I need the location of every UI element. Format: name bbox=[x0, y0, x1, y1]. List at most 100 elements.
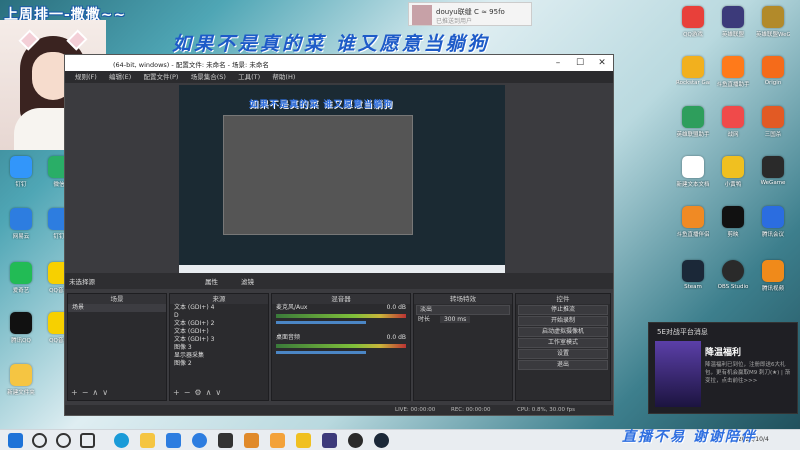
sources-dock: 来源 文本 (GDI+) 4 D 文本 (GDI+) 2 文本 (GDI+) 文… bbox=[169, 293, 269, 401]
desktop-icon-obs[interactable]: OBS Studio bbox=[716, 260, 750, 290]
source-item[interactable]: 图像 2 bbox=[170, 360, 268, 368]
desktop-icon-tencent-video[interactable]: 腾讯视频 bbox=[756, 260, 790, 292]
source-item[interactable]: 文本 (GDI+) 2 bbox=[170, 320, 268, 328]
start-recording-button[interactable]: 开始录制 bbox=[518, 316, 608, 326]
exit-button[interactable]: 退出 bbox=[518, 360, 608, 370]
mail-icon[interactable] bbox=[166, 433, 181, 448]
obs-titlebar[interactable]: (64-bit, windows) - 配置文件: 未命名 - 场景: 未命名 bbox=[65, 55, 613, 71]
cortana-icon[interactable] bbox=[56, 433, 71, 448]
start-icon[interactable] bbox=[8, 433, 23, 448]
window-title: (64-bit, windows) - 配置文件: 未命名 - 场景: 未命名 bbox=[113, 61, 269, 69]
menu-tools[interactable]: 工具(T) bbox=[238, 71, 260, 83]
desktop-icon-qq[interactable]: 腾讯QQ bbox=[4, 312, 38, 344]
scenes-dock: 场景 场景 +−∧∨ bbox=[67, 293, 167, 401]
sources-header: 来源 bbox=[170, 294, 268, 304]
volume-slider[interactable] bbox=[276, 321, 366, 324]
transition-select[interactable]: 淡出 bbox=[416, 305, 510, 315]
store-icon[interactable] bbox=[218, 433, 233, 448]
transitions-dock: 转场特效 淡出 时长 300 ms bbox=[413, 293, 513, 401]
douyu-icon[interactable] bbox=[296, 433, 311, 448]
game-icon[interactable] bbox=[270, 433, 285, 448]
duration-input[interactable]: 300 ms bbox=[439, 316, 471, 323]
source-item[interactable]: 显示器采集 bbox=[170, 352, 268, 360]
mixer-channel-label: 麦克风/Aux 0.0 dB bbox=[276, 304, 406, 311]
file-explorer-icon[interactable] bbox=[140, 433, 155, 448]
source-item[interactable]: 文本 (GDI+) 3 bbox=[170, 336, 268, 344]
menu-help[interactable]: 帮助(H) bbox=[272, 71, 295, 83]
desktop-icon-tencent-meeting[interactable]: 腾讯会议 bbox=[756, 206, 790, 238]
source-toolbar: 未选择源 属性 滤镜 bbox=[65, 273, 613, 289]
desktop-icon-wegame[interactable]: WeGame bbox=[756, 156, 790, 186]
desktop-icon-qqgame[interactable]: QQ游戏 bbox=[676, 6, 710, 38]
audio-meter bbox=[276, 314, 406, 318]
toast-notification[interactable]: douyu联缝 C ≈ 95fo 已推送到用户 bbox=[408, 2, 532, 26]
obs-taskbar-icon[interactable] bbox=[348, 433, 363, 448]
close-button[interactable]: ✕ bbox=[591, 55, 613, 71]
preview-nested-screen bbox=[223, 115, 413, 235]
controls-header: 控件 bbox=[516, 294, 610, 304]
desktop-icon-lol-helper[interactable]: 英雄联盟助手 bbox=[676, 106, 710, 138]
clock-app-icon[interactable] bbox=[192, 433, 207, 448]
mixer-dock: 混音器 麦克风/Aux 0.0 dB 桌面音频 0.0 dB bbox=[271, 293, 411, 401]
obs-preview[interactable]: 如果不是真的菜 谁又愿意当躺狗 bbox=[179, 85, 505, 273]
virtual-camera-button[interactable]: 启动虚拟摄像机 bbox=[518, 327, 608, 337]
notification-header: 5E对战平台消息 bbox=[657, 328, 708, 336]
photos-icon[interactable] bbox=[244, 433, 259, 448]
stop-streaming-button[interactable]: 停止推流 bbox=[518, 305, 608, 315]
desktop-icon-dingding[interactable]: 钉钉 bbox=[4, 156, 38, 188]
desktop-icon-capcut[interactable]: 剪映 bbox=[716, 206, 750, 238]
obs-statusbar: LIVE: 00:00:00 REC: 00:00:00 CPU: 0.8%, … bbox=[65, 405, 613, 415]
preview-slogan: 如果不是真的菜 谁又愿意当躺狗 bbox=[249, 100, 394, 110]
desktop-icon-battlenet[interactable]: 战网 bbox=[716, 106, 750, 138]
cpu-status: CPU: 0.8%, 30.00 fps bbox=[517, 407, 576, 413]
desktop-icon-lol[interactable]: 英雄联盟 bbox=[716, 6, 750, 38]
source-item[interactable]: D bbox=[170, 312, 268, 320]
maximize-button[interactable]: ☐ bbox=[569, 55, 591, 71]
game-platform-notification[interactable]: 5E对战平台消息 降温福利 降温福利已到位，注册即送6大礼包，更有机会赢取M9 … bbox=[648, 322, 798, 414]
desktop-icon-douyu-helper[interactable]: 斗鱼直播助手 bbox=[716, 56, 750, 88]
menu-bar: 规则(F) 编辑(E) 配置文件(P) 场景集合(S) 工具(T) 帮助(H) bbox=[65, 71, 613, 83]
live-status: LIVE: 00:00:00 bbox=[395, 407, 436, 413]
volume-slider[interactable] bbox=[276, 351, 366, 354]
preview-taskbar bbox=[179, 265, 505, 273]
settings-button[interactable]: 设置 bbox=[518, 349, 608, 359]
desktop-icon-origin[interactable]: Origin bbox=[756, 56, 790, 86]
desktop-icon-douyu-companion[interactable]: 斗鱼直播伴侣 bbox=[676, 206, 710, 238]
desktop-icon-iqiyi[interactable]: 爱奇艺 bbox=[4, 262, 38, 294]
desktop-icon-sanguosha[interactable]: 三国杀 bbox=[756, 106, 790, 138]
filters-button[interactable]: 滤镜 bbox=[241, 276, 254, 286]
menu-profile[interactable]: 配置文件(P) bbox=[143, 71, 178, 83]
source-item[interactable]: 文本 (GDI+) 4 bbox=[170, 304, 268, 312]
rec-status: REC: 00:00:00 bbox=[451, 407, 491, 413]
source-item[interactable]: 文本 (GDI+) bbox=[170, 328, 268, 336]
scenes-footer-controls[interactable]: +−∧∨ bbox=[68, 388, 166, 400]
desktop-icon-folder[interactable]: 新建文件夹 bbox=[4, 364, 38, 396]
desktop-icon-rockstar[interactable]: Rockstar Games bbox=[676, 56, 710, 86]
notification-text: 降温福利已到位，注册即送6大礼包，更有机会赢取M9 刺刀(★) | 渐变拉，点击… bbox=[705, 362, 791, 384]
edge-icon[interactable] bbox=[114, 433, 129, 448]
avatar bbox=[412, 5, 432, 25]
desktop-icon-textfile[interactable]: 新建文本文档 bbox=[676, 156, 710, 188]
footer-slogan-text: 直播不易 谢谢陪伴 bbox=[622, 429, 757, 445]
transition-duration: 时长 300 ms bbox=[414, 316, 512, 324]
menu-scene-collection[interactable]: 场景集合(S) bbox=[191, 71, 226, 83]
search-icon[interactable] bbox=[32, 433, 47, 448]
desktop-icon-steam[interactable]: Steam bbox=[676, 260, 710, 290]
controls-dock: 控件 停止推流 开始录制 启动虚拟摄像机 工作室模式 设置 退出 bbox=[515, 293, 611, 401]
sources-footer-controls[interactable]: +−⚙∧∨ bbox=[170, 388, 268, 400]
lol-icon[interactable] bbox=[322, 433, 337, 448]
minimize-button[interactable]: – bbox=[547, 55, 569, 71]
menu-edit[interactable]: 编辑(E) bbox=[109, 71, 131, 83]
desktop-icon-duck[interactable]: 小黄鸭 bbox=[716, 156, 750, 188]
transitions-header: 转场特效 bbox=[414, 294, 512, 304]
desktop-icon-netease[interactable]: 网易云 bbox=[4, 208, 38, 240]
notification-image bbox=[655, 341, 701, 407]
source-item[interactable]: 图像 3 bbox=[170, 344, 268, 352]
studio-mode-button[interactable]: 工作室模式 bbox=[518, 338, 608, 348]
desktop-icon-lol-wegame[interactable]: 英雄联盟WeGame bbox=[756, 6, 790, 38]
properties-button[interactable]: 属性 bbox=[205, 276, 218, 286]
menu-file[interactable]: 规则(F) bbox=[75, 71, 97, 83]
scene-item[interactable]: 场景 bbox=[68, 304, 166, 312]
steam-taskbar-icon[interactable] bbox=[374, 433, 389, 448]
task-view-icon[interactable] bbox=[80, 433, 95, 448]
